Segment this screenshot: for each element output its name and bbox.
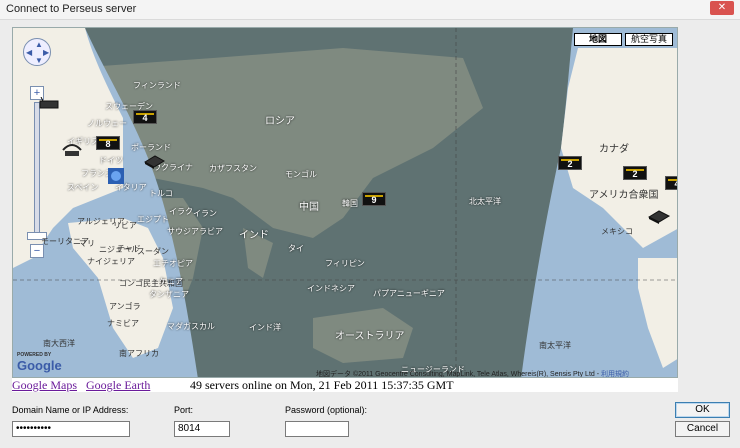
window-title: Connect to Perseus server (6, 3, 137, 15)
map-label-south-atlantic: 南大西洋 (43, 339, 75, 348)
google-logo[interactable]: POWERED BY Google (17, 352, 62, 373)
server-count: 8 (105, 139, 111, 149)
title-bar: Connect to Perseus server ✕ (0, 0, 740, 20)
ok-button[interactable]: OK (675, 402, 730, 418)
server-marker[interactable]: 2 (623, 166, 647, 180)
map-label-nigeria: ナイジェリア (87, 257, 135, 266)
server-box-icon[interactable] (647, 209, 671, 225)
map-label-south-pacific: 南太平洋 (539, 341, 571, 350)
pan-left-icon[interactable]: ◀ (26, 48, 32, 57)
server-marker[interactable]: 8 (96, 136, 120, 150)
pan-up-icon[interactable]: ▲ (35, 40, 43, 49)
map-label-papua: パプアニューギニア (373, 289, 445, 298)
domain-input[interactable]: •••••••••• (12, 421, 130, 437)
server-count: 4 (666, 180, 677, 189)
map-label-madagascar: マダガスカル (167, 322, 215, 331)
map-label-saudi: サウジアラビア (167, 227, 223, 236)
world-map[interactable]: 地図 航空写真 ▲ ▼ ◀ ▶ + − スウェーデン ノルウェー フィンランド … (12, 27, 678, 378)
server-marker[interactable]: 9 (362, 192, 386, 206)
password-label: Password (optional): (285, 405, 368, 415)
globe-icon[interactable] (108, 168, 124, 184)
map-label-philippines: フィリピン (325, 259, 365, 268)
map-label-germany: ドイツ (99, 156, 123, 165)
server-count: 4 (142, 113, 148, 123)
map-label-south-africa: 南アフリカ (119, 349, 159, 358)
map-label-turkey: トルコ (149, 189, 173, 198)
map-label-tanzania: タンザニア (149, 290, 189, 299)
server-count: 9 (371, 195, 377, 205)
password-input[interactable] (285, 421, 349, 437)
map-label-mali: マリ (79, 239, 95, 248)
wireless-icon[interactable] (61, 142, 83, 158)
server-marker[interactable]: 4 (133, 110, 157, 124)
map-label-iraq: イラク (169, 207, 193, 216)
powered-by-label: POWERED BY (17, 352, 52, 358)
map-label-indonesia: インドネシア (307, 284, 355, 293)
domain-label: Domain Name or IP Address: (12, 405, 129, 415)
map-label-thailand: タイ (288, 244, 304, 253)
server-marker[interactable]: 2 (558, 156, 582, 170)
google-maps-link[interactable]: Google Maps (12, 378, 77, 393)
pan-right-icon[interactable]: ▶ (43, 48, 49, 57)
map-label-china: 中国 (299, 202, 319, 213)
map-label-india: インド (239, 230, 269, 241)
map-label-ethiopia: エチオピア (153, 259, 193, 268)
port-input[interactable]: 8014 (174, 421, 230, 437)
map-label-norway: ノルウェー (87, 119, 127, 128)
map-label-australia: オーストラリア (335, 331, 405, 342)
map-label-finland: フィンランド (133, 81, 181, 90)
terms-link[interactable]: 利用規約 (601, 371, 629, 377)
router-icon[interactable] (39, 97, 59, 111)
google-logo-text: Google (17, 358, 62, 373)
map-type-satellite-button[interactable]: 航空写真 (625, 33, 673, 46)
map-label-north-pacific: 北太平洋 (469, 197, 501, 206)
map-label-mongolia: モンゴル (285, 170, 317, 179)
map-label-poland: ポーランド (131, 143, 171, 152)
zoom-slider-track[interactable] (34, 102, 40, 236)
server-count: 2 (632, 169, 638, 179)
close-button[interactable]: ✕ (710, 1, 734, 15)
map-label-egypt: エジプト (137, 215, 169, 224)
server-box-icon[interactable] (143, 154, 165, 170)
cancel-button[interactable]: Cancel (675, 421, 730, 437)
map-label-usa: アメリカ合衆国 (589, 190, 659, 201)
map-label-canada: カナダ (599, 144, 629, 155)
port-label: Port: (174, 405, 194, 415)
map-label-korea: 韓国 (342, 199, 358, 208)
map-label-sudan: スーダン (137, 247, 169, 256)
server-status-text: 49 servers online on Mon, 21 Feb 2011 15… (190, 378, 454, 392)
map-label-kazakhstan: カザフスタン (209, 164, 257, 173)
map-label-russia: ロシア (265, 116, 295, 127)
map-label-namibia: ナミビア (107, 319, 139, 328)
map-label-libya: リビア (113, 221, 137, 230)
server-count: 2 (567, 159, 573, 169)
pan-down-icon[interactable]: ▼ (35, 56, 43, 65)
map-label-mexico: メキシコ (601, 227, 633, 236)
google-earth-link[interactable]: Google Earth (86, 378, 150, 393)
map-copyright: 地図データ ©2011 Geocentre Consulting, MapLin… (316, 369, 629, 378)
map-label-kenya: ケニア (159, 277, 183, 286)
map-type-map-button[interactable]: 地図 (574, 33, 622, 46)
map-label-spain: スペイン (67, 183, 99, 192)
link-status-row: Google Maps Google Earth 49 servers onli… (12, 378, 678, 392)
copyright-text: 地図データ ©2011 Geocentre Consulting, MapLin… (316, 371, 600, 378)
map-label-indian-ocean: インド洋 (249, 323, 281, 332)
pan-control[interactable]: ▲ ▼ ◀ ▶ (23, 38, 51, 66)
map-label-angola: アンゴラ (109, 302, 141, 311)
map-label-iran: イラン (193, 209, 217, 218)
server-marker[interactable]: 4 (665, 176, 677, 190)
